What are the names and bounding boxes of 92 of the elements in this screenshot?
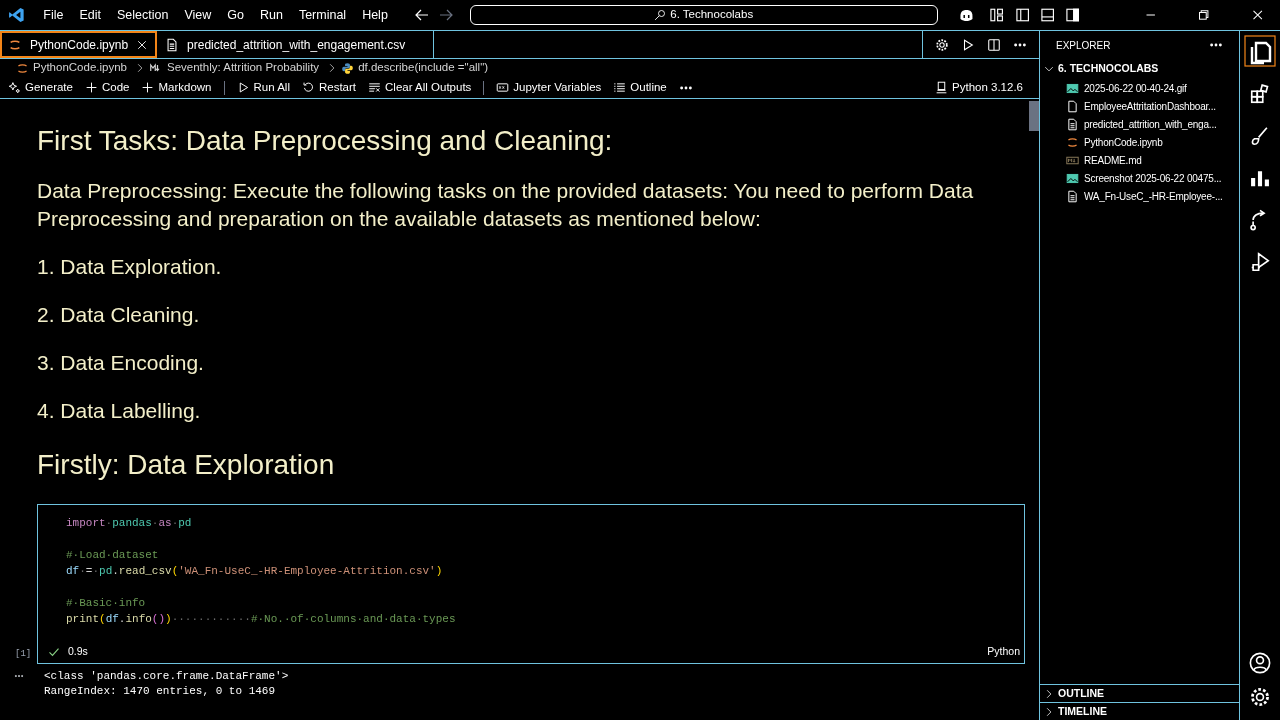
menu-item[interactable]: Edit: [73, 5, 107, 25]
document-icon: [165, 37, 180, 52]
image-icon: [1066, 81, 1079, 95]
python-icon: [341, 61, 355, 75]
explorer-entry[interactable]: Screenshot 2025-06-22 00475...: [1040, 169, 1239, 187]
kernel-picker[interactable]: Python 3.12.6: [935, 78, 1023, 97]
menu-item[interactable]: Selection: [110, 5, 175, 25]
chevron-icon: [1044, 688, 1054, 699]
notebook-icon: [16, 61, 29, 75]
panel-header[interactable]: OUTLINE: [1040, 684, 1239, 702]
explorer-entry[interactable]: WA_Fn-UseC_-HR-Employee-...: [1040, 187, 1239, 205]
notebook-icon: [1066, 135, 1079, 149]
output-line: RangeIndex: 1470 entries, 0 to 1469: [44, 684, 277, 699]
account-icon[interactable]: [1249, 652, 1271, 674]
code-line[interactable]: df·=·pd.read_csv('WA_Fn-UseC_-HR-Employee-Attrition.csv'): [38, 563, 1024, 579]
vscode-logo-icon: [8, 6, 26, 24]
editor-tab[interactable]: predicted_attrition_with_engagement.csv: [157, 31, 435, 58]
split-editor-icon[interactable]: [987, 37, 1001, 52]
explorer-entry[interactable]: PythonCode.ipynb: [1040, 133, 1239, 151]
markdown-paragraph: 2. Data Cleaning.: [37, 302, 201, 328]
cell-language[interactable]: Python: [987, 644, 1020, 660]
checkmark-icon: [48, 646, 60, 658]
chevron-icon: [1044, 706, 1054, 717]
code-line[interactable]: print(df.info())············#·No.·of·columns·and·data·types: [38, 611, 1024, 627]
document-icon: [1066, 117, 1079, 131]
markdown-heading: First Tasks: Data Preprocessing and Cleaning:: [37, 124, 614, 158]
sidebar-title: EXPLORER: [1056, 38, 1111, 53]
code-line[interactable]: import·pandas·as·pd: [38, 515, 1024, 531]
explorer-files-icon[interactable]: [1244, 35, 1276, 67]
breadcrumb-item[interactable]: df.describe(include ="all"): [358, 59, 489, 77]
toolbar-button[interactable]: Restart: [301, 78, 357, 97]
toolbar-button[interactable]: Run All: [236, 78, 290, 97]
explorer-entry[interactable]: 2025-06-22 00-40-24.gif: [1040, 79, 1239, 97]
menu-item[interactable]: Run: [253, 5, 289, 25]
panel-header[interactable]: TIMELINE: [1040, 702, 1239, 720]
close-icon[interactable]: [1250, 8, 1264, 22]
back-arrow-icon[interactable]: [413, 7, 430, 23]
plus-icon: [141, 81, 155, 94]
markdown-paragraph: Data Preprocessing: Execute the following tasks on the provided datasets: You need to perform Data Preprocessing and preparation on the available datasets as mentioned below:: [37, 178, 975, 232]
menu-item[interactable]: Terminal: [292, 5, 353, 25]
restart-icon: [301, 81, 315, 94]
menu-item[interactable]: Help: [356, 5, 394, 25]
command-center[interactable]: 6. Technocolabs: [469, 5, 938, 25]
toolbar-button[interactable]: Outline: [613, 78, 667, 97]
settings-icon[interactable]: [1249, 686, 1271, 708]
panel-icon[interactable]: [1040, 7, 1056, 23]
variables-icon: [496, 81, 510, 94]
markdown-paragraph: 1. Data Exploration.: [37, 254, 223, 280]
execution-count: [1]: [15, 647, 32, 661]
toolbar-button[interactable]: Code: [84, 78, 130, 97]
toolbar-button[interactable]: Generate: [8, 78, 73, 97]
editor-tab[interactable]: PythonCode.ipynb: [0, 31, 158, 58]
menu-item[interactable]: File: [37, 5, 70, 25]
explorer-entry[interactable]: README.md: [1040, 151, 1239, 169]
explorer-entry[interactable]: predicted_attrition_with_enga...: [1040, 115, 1239, 133]
code-line[interactable]: #·Load·dataset: [38, 547, 1024, 563]
markdown-heading: Firstly: Data Exploration: [37, 448, 336, 482]
extensions-icon[interactable]: [1249, 83, 1271, 105]
markdown-paragraph: 3. Data Encoding.: [37, 350, 205, 376]
plus-icon: [84, 81, 98, 94]
play-icon[interactable]: [961, 37, 975, 52]
primary-sidebar-icon[interactable]: [1014, 7, 1031, 23]
document-icon: [1066, 189, 1079, 203]
run-debug-icon[interactable]: [1249, 251, 1271, 273]
clear-outputs-icon: [368, 81, 382, 94]
gear-icon[interactable]: [935, 37, 949, 52]
file-icon: [1066, 99, 1079, 113]
list-icon: [613, 81, 627, 94]
secondary-sidebar-icon[interactable]: [1065, 7, 1081, 23]
close-icon[interactable]: [136, 38, 149, 51]
restore-icon[interactable]: [1197, 8, 1211, 22]
chevron-right-icon: [135, 63, 145, 73]
layout-customize-icon[interactable]: [989, 7, 1005, 23]
breadcrumb-item[interactable]: Seventhly: Attrition Probability: [167, 59, 320, 77]
folder-header[interactable]: 6. TECHNOCOLABS: [1040, 59, 1239, 79]
code-line[interactable]: #·Basic·info: [38, 595, 1024, 611]
menu-item[interactable]: View: [178, 5, 218, 25]
forward-arrow-icon[interactable]: [437, 7, 454, 23]
execution-time: 0.9s: [68, 644, 88, 660]
search-icon: [654, 9, 667, 21]
breadcrumb-item[interactable]: PythonCode.ipynb: [33, 59, 127, 77]
markdown-paragraph: 4. Data Labelling.: [37, 398, 202, 424]
output-line: <class 'pandas.core.frame.DataFrame'>: [44, 669, 290, 684]
sparkle-icon: [8, 81, 21, 94]
image-icon: [1066, 171, 1079, 185]
kernel-icon: [935, 81, 948, 94]
chevron-icon: [1044, 64, 1054, 74]
explorer-entry[interactable]: EmployeeAttritationDashboar...: [1040, 97, 1239, 115]
toolbar-button[interactable]: Markdown: [141, 78, 212, 97]
toolbar-button[interactable]: Jupyter Variables: [496, 78, 602, 97]
menu-item[interactable]: Go: [221, 5, 250, 25]
toolbar-button[interactable]: Clear All Outputs: [368, 78, 472, 97]
